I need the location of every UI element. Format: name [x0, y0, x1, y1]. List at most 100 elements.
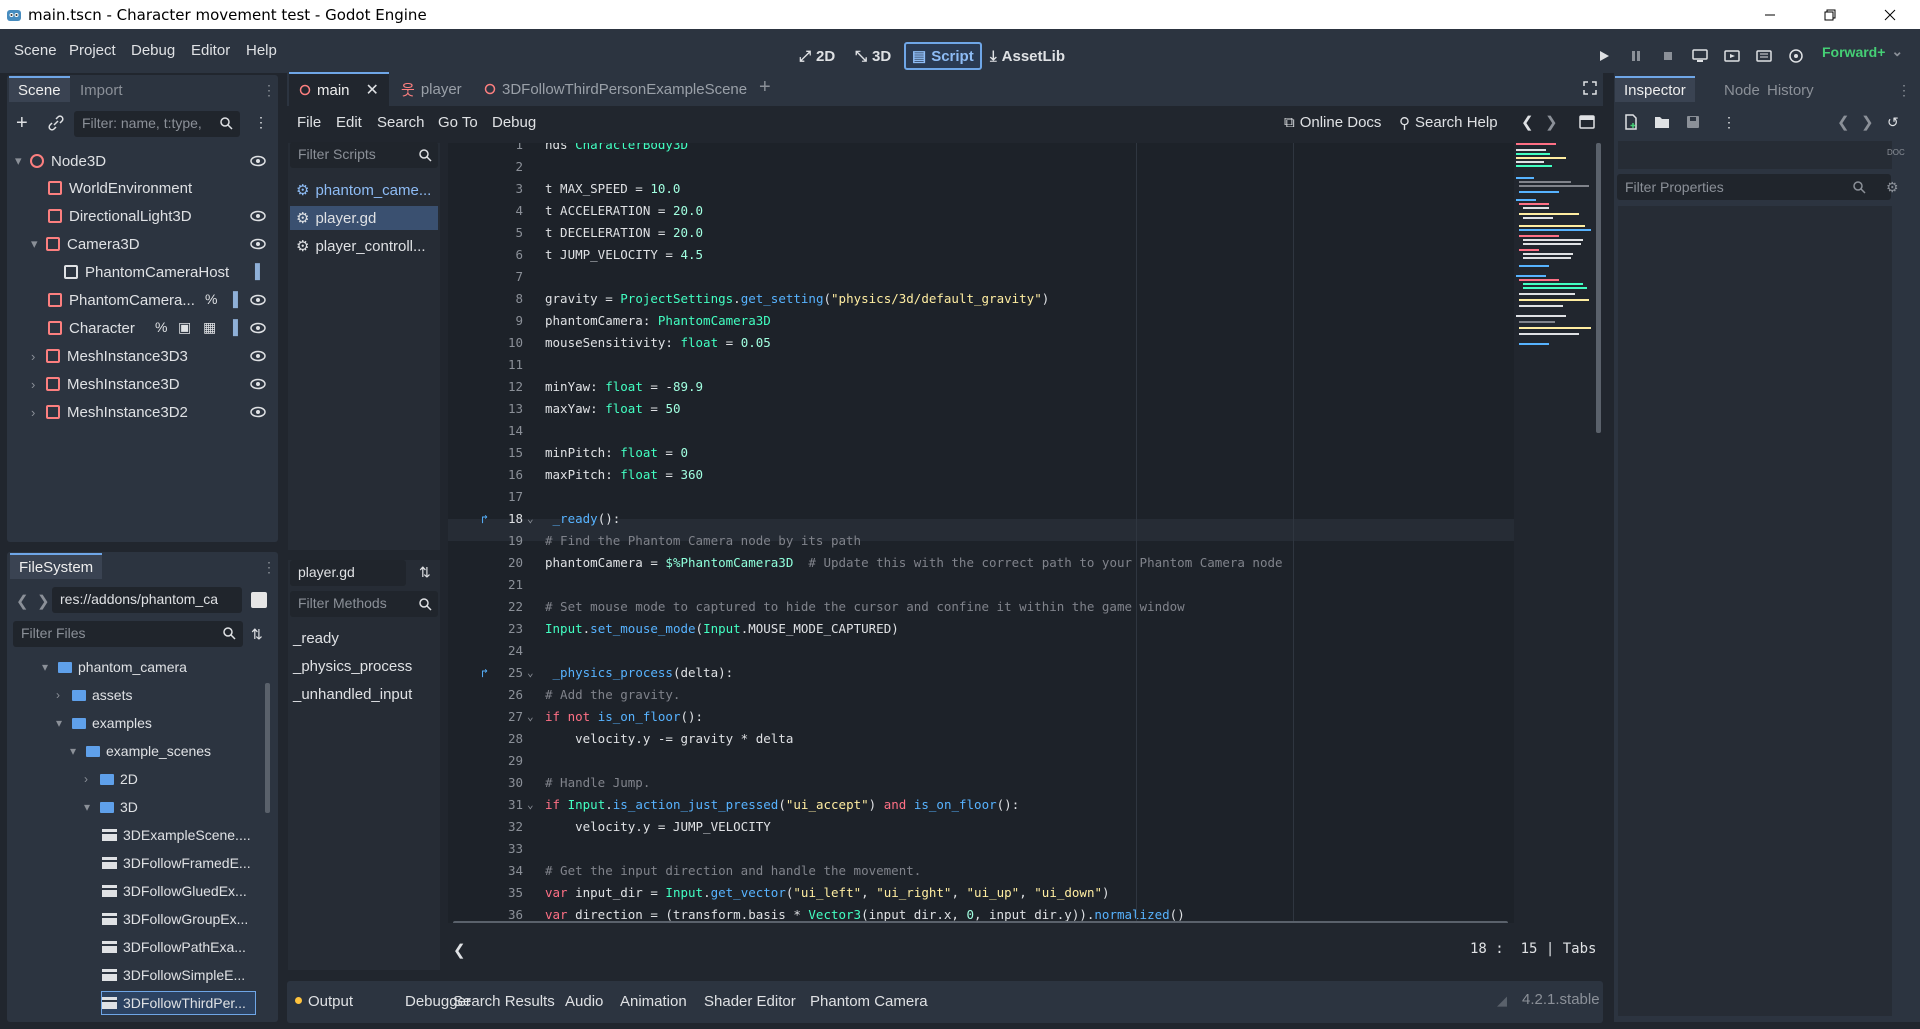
method-list-item[interactable]: _ready	[293, 630, 339, 647]
stop-icon[interactable]	[1655, 43, 1681, 69]
more-options-icon[interactable]: ⋮	[1722, 114, 1736, 131]
tab-filesystem[interactable]: FileSystem	[10, 553, 103, 579]
scene-tree-item[interactable]: ▾ Camera3D	[31, 233, 140, 255]
prev-script-icon[interactable]: ❮	[1521, 113, 1534, 131]
scene-file-item[interactable]: 3DFollowSimpleE...	[102, 964, 245, 986]
scene-tree-item[interactable]: ▾ Node3D	[15, 150, 106, 172]
save-icon[interactable]	[1686, 115, 1700, 129]
movie-maker-icon[interactable]	[1783, 43, 1809, 69]
scene-filter-input[interactable]: Filter: name, t:type,	[74, 111, 240, 137]
remote-debug-icon[interactable]	[1687, 43, 1713, 69]
play-custom-scene-icon[interactable]	[1751, 43, 1777, 69]
filter-properties-input[interactable]: Filter Properties	[1617, 174, 1891, 200]
dock-menu-icon[interactable]: ⋮	[1897, 82, 1911, 99]
scene-file-item[interactable]: 3DFollowFramedE...	[102, 852, 251, 874]
expand-arrow-icon[interactable]: ▾	[15, 153, 27, 169]
forward-arrow-icon[interactable]: ❯	[1861, 113, 1874, 131]
filter-methods-input[interactable]: Filter Methods	[290, 591, 438, 617]
play-scene-icon[interactable]	[1719, 43, 1745, 69]
sort-icon[interactable]: ⇅	[251, 626, 263, 643]
method-list-item[interactable]: _unhandled_input	[293, 686, 412, 703]
bottom-tab-phantom-camera[interactable]: Phantom Camera	[810, 993, 928, 1010]
script-menu-debug[interactable]: Debug	[492, 114, 536, 131]
version-label[interactable]: 4.2.1.stable	[1522, 991, 1600, 1008]
fold-arrow-icon[interactable]: ⌄	[527, 794, 534, 816]
code-horizontal-scrollbar[interactable]	[453, 921, 1508, 923]
script-attached-icon[interactable]: ▐	[250, 263, 260, 279]
visibility-eye-icon[interactable]	[250, 236, 266, 252]
dock-menu-icon[interactable]: ⋮	[262, 559, 276, 576]
script-list-item[interactable]: ⚙ phantom_came...	[290, 178, 438, 202]
scene-tree-item[interactable]: DirectionalLight3D	[33, 205, 192, 227]
doc-icon[interactable]: DOC	[1887, 148, 1905, 157]
play-icon[interactable]	[1591, 43, 1617, 69]
folder-item[interactable]: ▾ example_scenes	[70, 740, 211, 762]
code-line[interactable]: # Get the input direction and handle the…	[545, 860, 921, 882]
restore-button[interactable]	[1800, 0, 1860, 29]
code-line[interactable]: velocity.y -= gravity * delta	[545, 728, 793, 750]
close-window-button[interactable]	[1860, 0, 1920, 29]
script-attached-icon[interactable]: ▐	[228, 291, 238, 307]
split-view-icon[interactable]	[251, 592, 267, 608]
workspace-2d-button[interactable]: ⤢ 2D	[793, 42, 841, 70]
expand-arrow-icon[interactable]: ▾	[84, 800, 94, 814]
code-line[interactable]: maxYaw: float = 50	[545, 398, 681, 420]
visibility-eye-icon[interactable]	[250, 208, 266, 224]
forward-arrow-icon[interactable]: ❯	[37, 592, 50, 610]
open-folder-icon[interactable]	[1654, 115, 1670, 129]
code-vertical-scrollbar[interactable]	[1596, 143, 1601, 433]
scene-file-item[interactable]: 3DFollowPathExa...	[102, 936, 246, 958]
code-line[interactable]: phantomCamera: PhantomCamera3D	[545, 310, 771, 332]
unique-name-icon[interactable]: %	[205, 291, 217, 307]
tab-history[interactable]: History	[1758, 77, 1823, 103]
path-input[interactable]: res://addons/phantom_ca	[52, 587, 242, 613]
object-selector[interactable]	[1618, 141, 1892, 169]
override-method-icon[interactable]: ↱	[481, 508, 488, 530]
visibility-eye-icon[interactable]	[250, 292, 266, 308]
menu-editor[interactable]: Editor	[191, 42, 230, 59]
code-line[interactable]: if not is_on_floor():	[545, 706, 703, 728]
history-icon[interactable]: ↺	[1887, 114, 1899, 131]
expand-arrow-icon[interactable]: ▾	[56, 716, 66, 730]
visibility-eye-icon[interactable]	[250, 320, 266, 336]
code-line[interactable]: # Find the Phantom Camera node by its pa…	[545, 530, 861, 552]
scene-file-item[interactable]: 3DExampleScene....	[102, 824, 251, 846]
expand-arrow-icon[interactable]: ›	[31, 405, 43, 420]
workspace-3d-button[interactable]: ⤡ 3D	[849, 42, 897, 70]
code-line[interactable]: mouseSensitivity: float = 0.05	[545, 332, 771, 354]
folder-item[interactable]: ▾ examples	[56, 712, 152, 734]
tab-3dfollowthirdperson[interactable]: 3DFollowThirdPersonExampleScene	[474, 72, 757, 106]
bottom-tab-search-results[interactable]: Search Results	[453, 993, 555, 1010]
expand-arrow-icon[interactable]: ›	[84, 772, 94, 786]
tab-main[interactable]: main ✕	[289, 72, 389, 106]
expand-arrow-icon[interactable]: ▾	[70, 744, 80, 758]
property-settings-icon[interactable]: ⚙	[1886, 179, 1899, 196]
group-icon[interactable]: ▦	[203, 319, 216, 336]
menu-help[interactable]: Help	[246, 42, 277, 59]
scene-file-item[interactable]: 3DFollowGroupEx...	[102, 908, 248, 930]
method-list-item[interactable]: _physics_process	[293, 658, 412, 675]
folder-item[interactable]: ▾ 3D	[84, 796, 138, 818]
code-line[interactable]: gravity = ProjectSettings.get_setting("p…	[545, 288, 1049, 310]
tab-inspector[interactable]: Inspector	[1615, 76, 1695, 102]
toggle-scripts-panel-icon[interactable]: ❮	[453, 941, 466, 959]
bottom-tab-audio[interactable]: Audio	[565, 993, 603, 1010]
unique-name-icon[interactable]: %	[155, 319, 167, 335]
add-node-icon[interactable]: +	[16, 113, 28, 133]
code-line[interactable]: # Set mouse mode to captured to hide the…	[545, 596, 1185, 618]
code-line[interactable]: # Add the gravity.	[545, 684, 680, 706]
code-line[interactable]: Input.set_mouse_mode(Input.MOUSE_MODE_CA…	[545, 618, 899, 640]
script-attached-icon[interactable]: ▐	[228, 319, 238, 335]
dock-menu-icon[interactable]: ⋮	[262, 82, 276, 99]
scene-tree-item[interactable]: Character	[33, 317, 135, 339]
script-list-item[interactable]: ⚙ player_controll...	[290, 234, 438, 258]
script-list-item[interactable]: ⚙ player.gd	[290, 206, 438, 230]
add-tab-icon[interactable]: +	[759, 77, 771, 97]
tab-scene[interactable]: Scene	[9, 76, 70, 102]
scene-tree-item[interactable]: WorldEnvironment	[33, 177, 192, 199]
renderer-select[interactable]: Forward+ ⌄	[1822, 43, 1903, 60]
expand-arrow-icon[interactable]: ›	[56, 688, 66, 702]
minimize-button[interactable]	[1740, 0, 1800, 29]
scene-options-icon[interactable]: ⋮	[254, 114, 268, 131]
search-help-button[interactable]: ⚲ Search Help	[1399, 114, 1498, 132]
